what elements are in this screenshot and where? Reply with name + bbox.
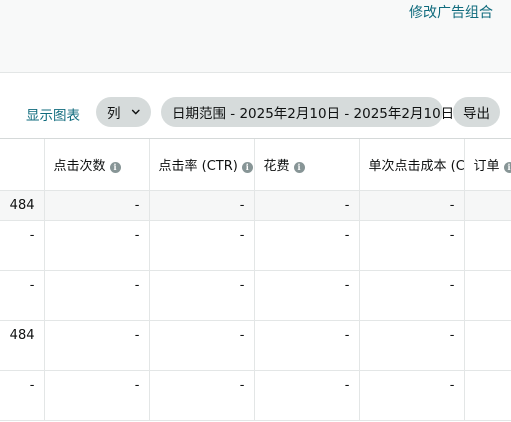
table-cell: - <box>359 270 465 321</box>
column-header-spend[interactable]: 花费 i <box>254 139 360 191</box>
table-cell: - <box>254 270 360 321</box>
table-total-row: 484 - - - - <box>0 190 511 221</box>
column-header-cpc[interactable]: 单次点击成本 (CPC) <box>359 139 465 191</box>
table-cell: - <box>254 370 360 421</box>
show-chart-link[interactable]: 显示图表 <box>26 104 80 124</box>
date-range-label: 日期范围 - 2025年2月10日 - 2025年2月10日 <box>172 106 455 122</box>
edit-portfolio-link[interactable]: 修改广告组合 <box>409 2 493 22</box>
table-cell <box>464 190 511 221</box>
table-toolbar: 显示图表 列 日期范围 - 2025年2月10日 - 2025年2月10日 导出 <box>0 73 511 138</box>
table-row: 484 - - - - <box>0 320 511 371</box>
info-icon[interactable]: i <box>109 162 121 173</box>
table-cell: - <box>0 370 45 421</box>
info-icon[interactable]: i <box>241 162 253 173</box>
table-row: - - - - - <box>0 220 511 271</box>
table-cell: - <box>254 320 360 371</box>
table-cell: - <box>359 190 465 221</box>
column-header-impressions <box>0 139 45 191</box>
info-icon[interactable]: i <box>293 162 305 173</box>
table-cell <box>464 370 511 421</box>
table-cell: - <box>44 270 150 321</box>
table-cell: - <box>149 190 255 221</box>
table-cell: - <box>149 220 255 271</box>
table-cell <box>464 270 511 321</box>
columns-label: 列 <box>107 106 121 122</box>
columns-dropdown[interactable]: 列 <box>96 97 151 127</box>
data-table: 点击次数i 点击率 (CTR)i 花费i 单次点击成本 (CPC) 订单i 48… <box>0 138 511 422</box>
table-cell: 484 <box>0 320 45 371</box>
table-cell: - <box>254 220 360 271</box>
table-row: - - - - - <box>0 370 511 421</box>
export-label: 导出 <box>463 106 490 122</box>
table-cell: - <box>359 320 465 371</box>
table-cell: - <box>44 320 150 371</box>
column-header-orders[interactable]: 订单 i <box>464 139 511 191</box>
table-cell <box>464 320 511 371</box>
column-header-clicks[interactable]: 点击次数 i <box>44 139 150 191</box>
page-header: 修改广告组合 <box>0 0 511 73</box>
table-cell: - <box>359 370 465 421</box>
table-cell: - <box>359 220 465 271</box>
table-cell: - <box>0 220 45 271</box>
table-cell <box>464 220 511 271</box>
column-header-ctr[interactable]: 点击率 (CTR) i <box>149 139 255 191</box>
chevron-down-icon <box>131 109 140 115</box>
date-range-button[interactable]: 日期范围 - 2025年2月10日 - 2025年2月10日 <box>161 97 454 127</box>
table-cell: - <box>0 270 45 321</box>
table-cell: 484 <box>0 190 45 221</box>
table-cell: - <box>44 370 150 421</box>
export-button[interactable]: 导出 <box>453 97 500 127</box>
table-cell: - <box>149 270 255 321</box>
table-cell: - <box>44 220 150 271</box>
info-icon[interactable]: i <box>503 162 511 173</box>
table-cell: - <box>149 320 255 371</box>
table-cell: - <box>149 370 255 421</box>
table-header-row: 点击次数i 点击率 (CTR)i 花费i 单次点击成本 (CPC) 订单i <box>0 139 511 191</box>
table-cell: - <box>44 190 150 221</box>
table-row: - - - - - <box>0 270 511 321</box>
table-cell: - <box>254 190 360 221</box>
